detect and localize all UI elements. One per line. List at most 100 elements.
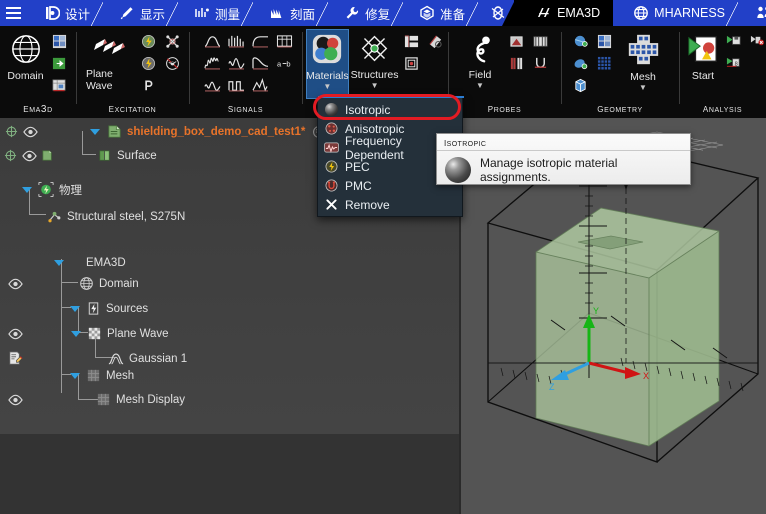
tooltip-body: Manage isotropic material assignments. xyxy=(437,151,690,189)
menu-item-label: Isotropic xyxy=(345,102,391,117)
layers-icon[interactable] xyxy=(400,31,422,51)
tab-prepare[interactable]: 准备 xyxy=(403,0,480,26)
custom-wave-icon[interactable] xyxy=(249,75,271,95)
table-edit-icon[interactable] xyxy=(48,75,70,95)
green-doc-icon[interactable] xyxy=(40,148,56,164)
current-probe-icon[interactable] xyxy=(505,53,527,73)
ringing-wave-icon[interactable] xyxy=(225,31,247,51)
sphere-lightning-icon[interactable] xyxy=(137,53,159,73)
structures-label: Structures xyxy=(350,69,399,81)
tree-gutter xyxy=(0,274,56,293)
grid-dots-icon[interactable] xyxy=(593,53,615,73)
tab-label: 修复 xyxy=(365,7,391,22)
definitions-small-icons xyxy=(400,29,446,73)
tab-repair[interactable]: 修复 xyxy=(328,0,405,26)
green-export-icon[interactable] xyxy=(48,53,70,73)
eye-icon[interactable] xyxy=(7,276,23,292)
step-wave-icon[interactable] xyxy=(249,31,271,51)
tab-measure[interactable]: 测量 xyxy=(178,0,255,26)
mesh-icon xyxy=(627,33,660,69)
cable-probe-icon[interactable] xyxy=(529,53,551,73)
grid-blue-icon[interactable] xyxy=(48,31,70,51)
target-box-icon[interactable] xyxy=(400,53,422,73)
tree-expander[interactable] xyxy=(90,128,100,135)
mesh-button[interactable]: Mesh ▼ xyxy=(618,29,668,92)
sphere-green-icon[interactable] xyxy=(569,31,591,51)
application-window: 设计 显示 测量 刻面 修复 准备 EMA3D MHARNESS Domain … xyxy=(0,0,766,514)
tree-row-plane-wave[interactable]: Plane Wave xyxy=(0,324,460,343)
aperture-icon[interactable] xyxy=(161,31,183,51)
menu-item-remove[interactable]: Remove xyxy=(318,195,462,214)
tree-row-sources[interactable]: Sources xyxy=(0,299,460,318)
chevron-down-icon[interactable]: ▼ xyxy=(476,82,484,90)
domain-label: Domain xyxy=(7,70,44,82)
thin-slot-icon[interactable] xyxy=(424,31,446,51)
tree-row-domain[interactable]: Domain xyxy=(0,274,460,293)
tree-expander[interactable] xyxy=(70,372,80,379)
tab-design[interactable]: 设计 xyxy=(26,0,105,26)
gaussian-pulse-icon[interactable] xyxy=(201,31,223,51)
tab-display[interactable]: 显示 xyxy=(103,0,180,26)
tree-row-mesh[interactable]: Mesh xyxy=(0,366,460,385)
tree-gutter xyxy=(0,390,56,409)
chevron-down-icon[interactable]: ▼ xyxy=(639,84,647,92)
origin-icon[interactable] xyxy=(3,124,19,140)
antenna-icon[interactable] xyxy=(161,53,183,73)
domain-button[interactable]: Domain xyxy=(6,29,45,82)
square-wave-icon[interactable] xyxy=(225,75,247,95)
sine-wave-icon[interactable] xyxy=(225,53,247,73)
globe-lightning-icon[interactable] xyxy=(137,31,159,51)
ac-wave-icon[interactable] xyxy=(201,75,223,95)
structures-button[interactable]: Structures ▼ xyxy=(350,29,399,90)
magnet-red-icon xyxy=(324,178,339,193)
tab-ema3d[interactable]: EMA3D xyxy=(514,0,615,26)
table-signal-icon[interactable] xyxy=(273,31,295,51)
menu-item-isotropic[interactable]: Isotropic xyxy=(318,100,462,119)
hamburger-icon[interactable] xyxy=(0,0,26,26)
display-icon xyxy=(119,5,135,21)
tree-expander[interactable] xyxy=(54,259,64,266)
tab-meshing[interactable] xyxy=(478,0,516,26)
tab-label: 准备 xyxy=(440,7,466,22)
decay-wave-icon[interactable] xyxy=(249,53,271,73)
damped-wave-icon[interactable] xyxy=(201,53,223,73)
run-batch-icon[interactable]: 8 xyxy=(722,53,744,73)
start-button[interactable]: Start xyxy=(687,29,719,82)
waveform-red-icon xyxy=(324,140,339,155)
tab-mharness[interactable]: MHARNESS xyxy=(613,0,740,26)
cube-blue-icon[interactable] xyxy=(569,75,591,95)
tree-row-ema3d[interactable]: EMA3D xyxy=(0,253,460,272)
film-probe-icon[interactable] xyxy=(529,31,551,51)
tree-expander[interactable] xyxy=(70,305,80,312)
tree-expander[interactable] xyxy=(71,330,81,337)
probes-small-icons xyxy=(505,29,551,73)
surface-probe-icon[interactable] xyxy=(505,31,527,51)
ab-signal-icon[interactable]: ab xyxy=(273,53,295,73)
svg-text:a: a xyxy=(277,59,282,68)
tree-row-mesh-display[interactable]: Mesh Display xyxy=(0,390,460,409)
ribbon-group-geometry: Mesh ▼ Geometry xyxy=(561,26,679,118)
grid-blue-small-icon[interactable] xyxy=(593,31,615,51)
x-close-icon xyxy=(324,197,339,212)
probe-p-icon[interactable] xyxy=(137,75,159,95)
edit-doc-icon[interactable] xyxy=(7,351,23,367)
eye-icon[interactable] xyxy=(7,326,23,342)
materials-button[interactable]: Materials ▼ xyxy=(306,29,349,99)
tab-label: EMA3D xyxy=(557,6,601,20)
chevron-down-icon[interactable]: ▼ xyxy=(323,83,331,91)
ribbon-group-analysis: Start 8 Analysis xyxy=(679,26,766,118)
tab-facet[interactable]: 刻面 xyxy=(253,0,330,26)
plane-wave-button[interactable]: Plane Wave xyxy=(86,29,134,92)
run-stop-icon[interactable] xyxy=(746,31,766,51)
eye-icon[interactable] xyxy=(22,148,38,164)
chevron-down-icon[interactable]: ▼ xyxy=(371,82,379,90)
ellipse-green-icon[interactable] xyxy=(569,53,591,73)
origin-icon[interactable] xyxy=(3,148,19,164)
eye-icon[interactable] xyxy=(22,124,38,140)
eye-icon[interactable] xyxy=(7,392,23,408)
tree-expander[interactable] xyxy=(22,186,32,193)
tab-cable-harness[interactable]: CH xyxy=(738,0,766,26)
run-save-icon[interactable] xyxy=(722,31,744,51)
ribbon-group-probes: Field ▼ Pr xyxy=(448,26,561,118)
field-probe-button[interactable]: Field ▼ xyxy=(458,29,502,90)
